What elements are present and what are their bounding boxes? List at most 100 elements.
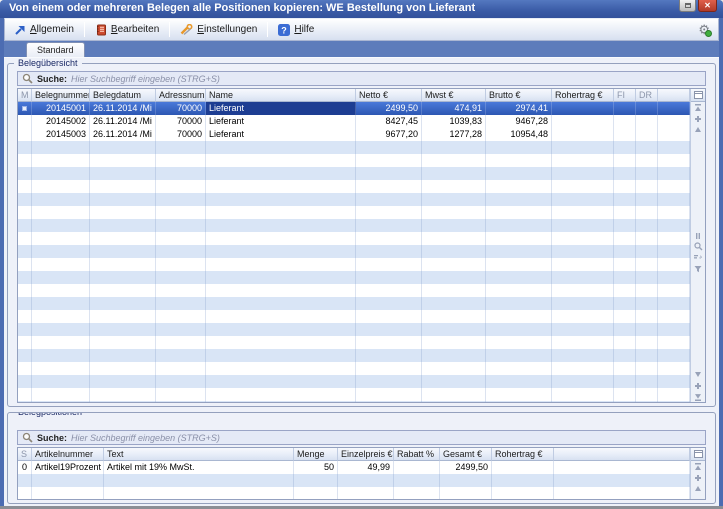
column-chooser-button[interactable] <box>691 89 705 102</box>
grid-cell[interactable]: 8427,45 <box>356 115 422 128</box>
column-header[interactable]: Belegdatum <box>90 89 156 102</box>
column-header[interactable]: Brutto € <box>486 89 552 102</box>
grid-cell[interactable] <box>614 115 636 128</box>
empty-cell <box>614 310 636 323</box>
column-header[interactable]: Name <box>206 89 356 102</box>
grid-cell[interactable]: Artikel19Prozent <box>32 461 104 474</box>
grid-cell[interactable] <box>18 102 32 115</box>
add-row-button[interactable] <box>691 380 705 391</box>
scroll-up-button[interactable] <box>691 124 705 135</box>
column-header[interactable]: Einzelpreis € <box>338 448 394 461</box>
grid-cell[interactable] <box>636 115 658 128</box>
grid-cell[interactable]: 20145003 <box>32 128 90 141</box>
sort-button[interactable] <box>694 252 703 263</box>
menu-item-einstellungen[interactable]: Einstellungen <box>171 19 266 40</box>
scroll-up-button[interactable] <box>691 483 705 494</box>
empty-cell <box>18 362 32 375</box>
grid-cell[interactable]: 474,91 <box>422 102 486 115</box>
column-chooser-button[interactable] <box>691 448 705 461</box>
scroll-down-button[interactable] <box>691 369 705 380</box>
grid-cell[interactable]: 0 <box>18 461 32 474</box>
grid-cell[interactable]: 50 <box>294 461 338 474</box>
grid-cell[interactable]: 26.11.2014 /Mi <box>90 115 156 128</box>
table-row[interactable]: 2014500126.11.2014 /Mi70000Lieferant2499… <box>18 102 690 115</box>
grid-cell[interactable] <box>614 102 636 115</box>
grid-cell[interactable]: 10954,48 <box>486 128 552 141</box>
empty-cell <box>552 323 614 336</box>
grid-cell[interactable]: Lieferant <box>206 115 356 128</box>
grid-cell[interactable] <box>552 102 614 115</box>
positions-search-bar[interactable]: Suche: Hier Suchbegriff eingeben (STRG+S… <box>17 430 706 445</box>
column-header[interactable]: Adressnumm <box>156 89 206 102</box>
add-row-button[interactable] <box>691 472 705 483</box>
grid-cell[interactable]: 26.11.2014 /Mi <box>90 102 156 115</box>
zoom-button[interactable] <box>694 241 703 252</box>
grid-cell[interactable]: 9677,20 <box>356 128 422 141</box>
table-row[interactable]: 2014500326.11.2014 /Mi70000Lieferant9677… <box>18 128 690 141</box>
grid-cell[interactable]: Artikel mit 19% MwSt. <box>104 461 294 474</box>
grid-cell[interactable] <box>552 128 614 141</box>
grid-cell[interactable] <box>552 115 614 128</box>
sync-gear-icon[interactable]: ⚙ <box>698 23 710 36</box>
close-button[interactable]: ✕ <box>698 0 717 12</box>
grid-cell[interactable] <box>614 128 636 141</box>
column-header[interactable]: M <box>18 89 32 102</box>
menu-item-allgemein[interactable]: Allgemein <box>5 19 83 40</box>
grid-cell[interactable]: 26.11.2014 /Mi <box>90 128 156 141</box>
grid-cell[interactable] <box>636 128 658 141</box>
column-header[interactable]: Mwst € <box>422 89 486 102</box>
grid-cell[interactable]: 1039,83 <box>422 115 486 128</box>
grid-cell[interactable]: 2974,41 <box>486 102 552 115</box>
grid-cell[interactable] <box>18 128 32 141</box>
column-header[interactable]: Gesamt € <box>440 448 492 461</box>
scroll-top-button[interactable] <box>691 102 705 113</box>
column-header[interactable]: Rabatt % <box>394 448 440 461</box>
grid-cell[interactable] <box>636 102 658 115</box>
positions-grid: SArtikelnummerTextMengeEinzelpreis €Raba… <box>17 447 706 500</box>
menu-item-bearbeiten[interactable]: Bearbeiten <box>86 19 168 40</box>
table-row[interactable]: 2014500226.11.2014 /Mi70000Lieferant8427… <box>18 115 690 128</box>
column-header[interactable]: S <box>18 448 32 461</box>
grid-cell[interactable]: 49,99 <box>338 461 394 474</box>
column-header[interactable]: Netto € <box>356 89 422 102</box>
column-header[interactable]: Belegnummer <box>32 89 90 102</box>
grid-cell[interactable]: 9467,28 <box>486 115 552 128</box>
empty-cell <box>422 219 486 232</box>
split-view-button[interactable] <box>694 230 703 241</box>
empty-cell <box>156 206 206 219</box>
menu-item-hilfe[interactable]: ?Hilfe <box>269 19 323 40</box>
table-row[interactable]: 0Artikel19ProzentArtikel mit 19% MwSt.50… <box>18 461 690 474</box>
column-header[interactable]: Rohertrag € <box>492 448 554 461</box>
search-icon <box>22 73 33 84</box>
grid-cell[interactable] <box>492 461 554 474</box>
column-header[interactable]: Text <box>104 448 294 461</box>
column-header[interactable]: Rohertrag € <box>552 89 614 102</box>
overview-search-bar[interactable]: Suche: Hier Suchbegriff eingeben (STRG+S… <box>17 71 706 86</box>
grid-cell[interactable] <box>394 461 440 474</box>
title-bar[interactable]: Von einem oder mehreren Belegen alle Pos… <box>0 0 723 18</box>
grid-cell[interactable] <box>18 115 32 128</box>
grid-cell[interactable]: Lieferant <box>206 102 356 115</box>
scroll-bottom-button[interactable] <box>691 391 705 402</box>
grid-cell[interactable]: 20145002 <box>32 115 90 128</box>
grid-cell[interactable]: 2499,50 <box>356 102 422 115</box>
grid-cell[interactable]: Lieferant <box>206 128 356 141</box>
filter-button[interactable] <box>694 263 703 274</box>
grid-cell[interactable]: 70000 <box>156 102 206 115</box>
grid-cell[interactable]: 70000 <box>156 128 206 141</box>
column-header[interactable]: FI <box>614 89 636 102</box>
column-header[interactable]: Menge <box>294 448 338 461</box>
grid-cell[interactable]: 70000 <box>156 115 206 128</box>
empty-cell <box>90 310 156 323</box>
add-row-button[interactable] <box>691 113 705 124</box>
empty-cell <box>658 193 690 206</box>
scroll-top-button[interactable] <box>691 461 705 472</box>
grid-cell[interactable]: 20145001 <box>32 102 90 115</box>
empty-row <box>18 232 690 245</box>
tab-standard[interactable]: Standard <box>26 42 85 57</box>
restore-button[interactable] <box>679 0 696 12</box>
grid-cell[interactable]: 1277,28 <box>422 128 486 141</box>
column-header[interactable]: DR <box>636 89 658 102</box>
column-header[interactable]: Artikelnummer <box>32 448 104 461</box>
grid-cell[interactable]: 2499,50 <box>440 461 492 474</box>
